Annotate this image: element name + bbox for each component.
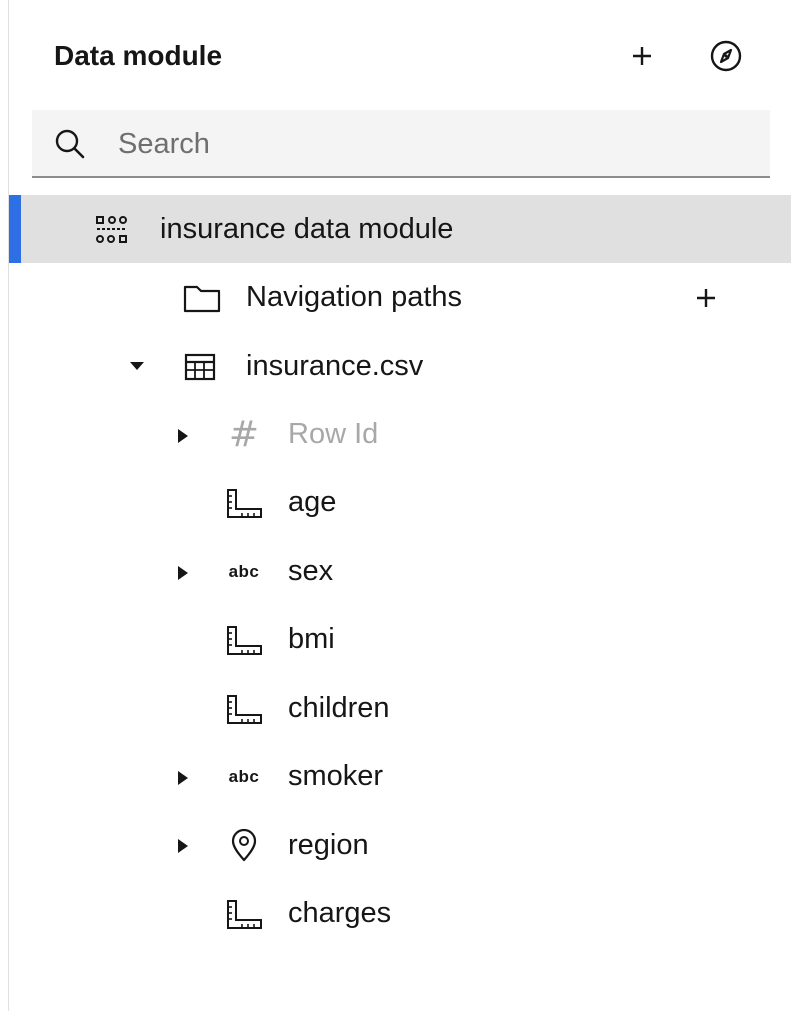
column-label: bmi (288, 623, 335, 655)
compass-icon (710, 40, 742, 72)
navigation-paths-label: Navigation paths (246, 281, 463, 313)
column-label: children (288, 692, 390, 724)
data-module-panel: Data module Search insurance data module… (0, 0, 791, 1011)
abc-icon: abc (228, 767, 260, 786)
column-label: Row Id (288, 418, 379, 450)
ruler-icon (224, 623, 264, 659)
panel-header: Data module (0, 0, 791, 110)
plus-icon (633, 47, 651, 65)
module-label: insurance data module (160, 213, 454, 245)
column-label: sex (288, 555, 334, 587)
caret-right-icon[interactable] (172, 768, 192, 788)
column-label: charges (288, 897, 392, 929)
folder-icon (182, 282, 222, 314)
caret-right-icon[interactable] (172, 426, 192, 446)
ruler-icon (224, 897, 264, 933)
location-pin-icon (226, 826, 262, 864)
table-icon (182, 350, 218, 384)
plus-icon (697, 289, 715, 307)
caret-down-icon[interactable] (127, 356, 147, 376)
search-input[interactable] (116, 120, 750, 168)
column-label: smoker (288, 760, 384, 792)
abc-icon: abc (228, 562, 260, 581)
tree-item-column[interactable] (9, 879, 791, 947)
add-source-button[interactable] (622, 36, 662, 76)
tree-item-column[interactable] (9, 468, 791, 536)
ruler-icon (224, 486, 264, 522)
search-icon (55, 129, 85, 159)
tree-item-column[interactable] (9, 674, 791, 742)
table-label: insurance.csv (246, 350, 424, 382)
ruler-icon (224, 692, 264, 728)
tree-item-column[interactable] (9, 400, 791, 468)
data-module-icon (94, 212, 130, 248)
tree-item-column[interactable] (9, 605, 791, 673)
tree-item-column[interactable] (9, 810, 791, 878)
column-label: region (288, 829, 369, 861)
column-label: age (288, 486, 337, 518)
relationships-button[interactable] (706, 36, 746, 76)
search-box (32, 110, 770, 178)
selected-indicator (9, 195, 21, 263)
caret-right-icon[interactable] (172, 836, 192, 856)
tree-item-column[interactable] (9, 742, 791, 810)
add-navigation-path-button[interactable] (688, 280, 724, 316)
caret-right-icon[interactable] (172, 563, 192, 583)
panel-title: Data module (54, 40, 223, 71)
tree-item-column[interactable] (9, 537, 791, 605)
hash-icon: # (228, 413, 260, 455)
